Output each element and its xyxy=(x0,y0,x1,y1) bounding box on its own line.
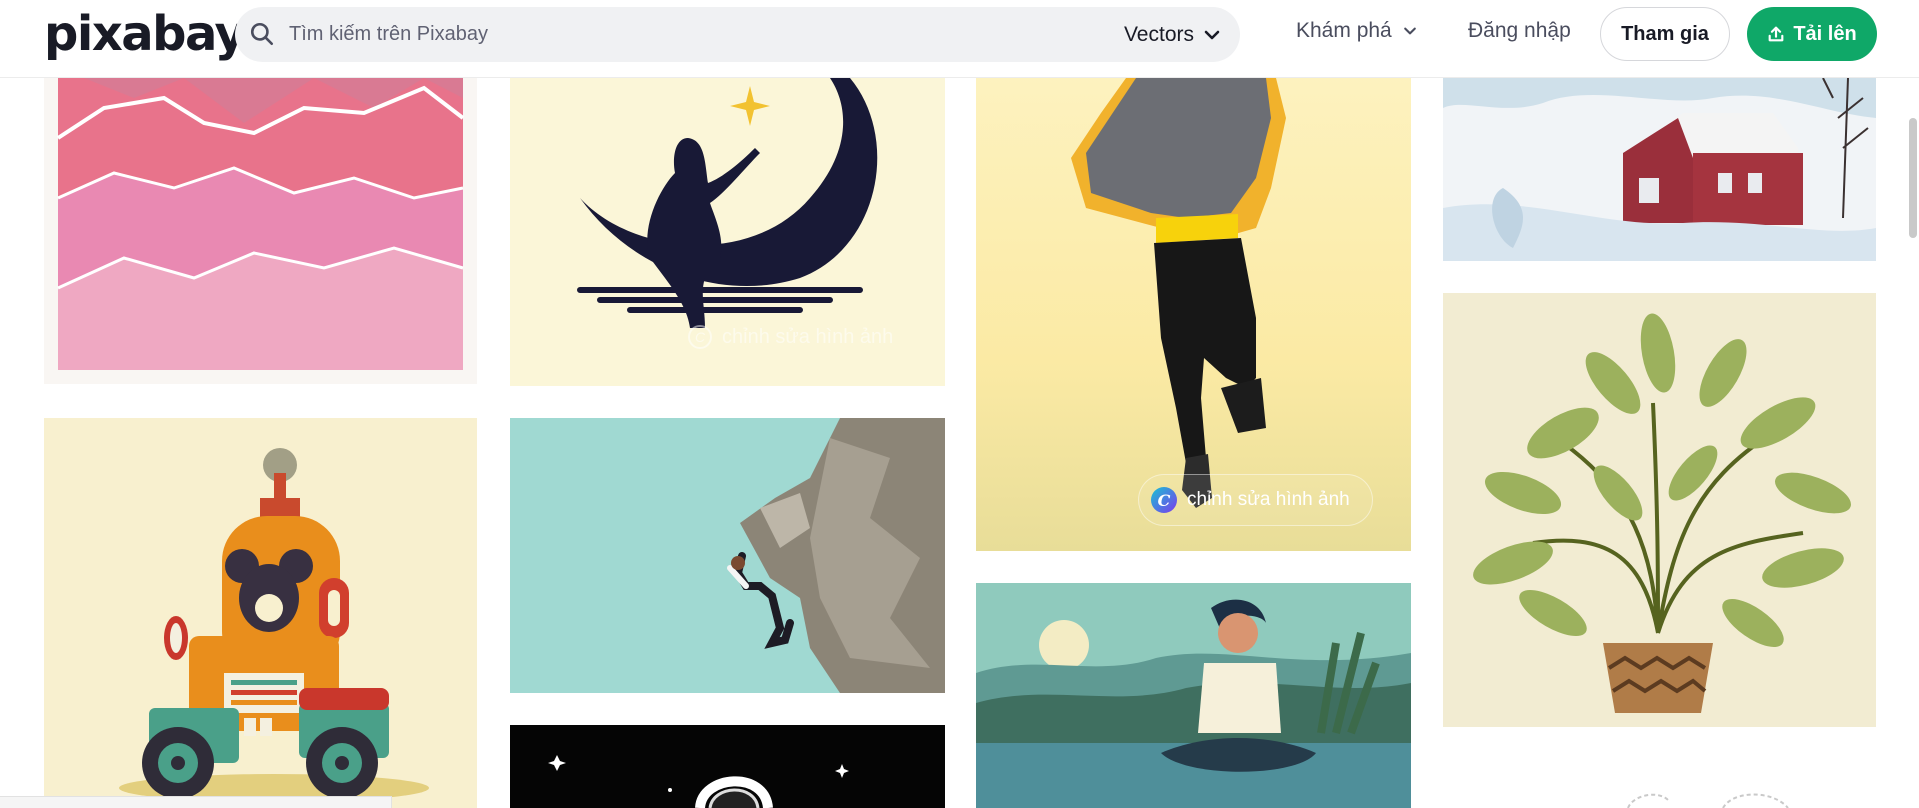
login-link[interactable]: Đăng nhập xyxy=(1468,19,1571,43)
image-meditating-man[interactable] xyxy=(976,583,1411,808)
media-type-dropdown[interactable]: Vectors xyxy=(1124,7,1222,62)
canva-watermark-label: chỉnh sửa hình ảnh xyxy=(722,325,894,348)
image-astronaut[interactable] xyxy=(510,725,945,808)
image-pink-mountains[interactable] xyxy=(44,78,477,384)
search-bar: Vectors xyxy=(235,7,1240,62)
chevron-down-icon xyxy=(1204,30,1220,39)
upload-icon xyxy=(1768,26,1784,42)
image-rock-climber[interactable] xyxy=(510,418,945,693)
edit-image-label: chỉnh sửa hình ảnh xyxy=(1187,489,1350,510)
pixabay-logo[interactable]: pixabay xyxy=(44,10,246,58)
page-scrollbar[interactable] xyxy=(1909,118,1917,238)
media-type-label: Vectors xyxy=(1123,22,1194,46)
image-jumping-man[interactable]: C chỉnh sửa hình ảnh xyxy=(976,78,1411,551)
top-header: pixabay Vectors Khám phá Đăng nhập Tham … xyxy=(0,0,1919,78)
canva-icon: C xyxy=(1151,487,1177,513)
explore-menu[interactable]: Khám phá xyxy=(1296,19,1418,43)
upload-label: Tải lên xyxy=(1793,22,1857,45)
search-input[interactable] xyxy=(289,7,1069,62)
image-partial-bottom[interactable] xyxy=(1443,760,1876,808)
canva-icon: C xyxy=(688,325,712,349)
image-potted-plant[interactable] xyxy=(1443,293,1876,727)
search-icon xyxy=(250,22,274,46)
edit-image-button[interactable]: C chỉnh sửa hình ảnh xyxy=(1138,474,1373,526)
image-snowy-house[interactable] xyxy=(1443,78,1876,261)
explore-label: Khám phá xyxy=(1296,19,1392,42)
canva-watermark: C chỉnh sửa hình ảnh xyxy=(688,325,893,349)
chevron-down-icon xyxy=(1403,27,1416,35)
upload-button[interactable]: Tải lên xyxy=(1747,7,1877,61)
image-moon-woman[interactable]: C chỉnh sửa hình ảnh xyxy=(510,78,945,386)
image-mouse-car[interactable] xyxy=(44,418,477,808)
browser-status-bar xyxy=(0,796,392,808)
join-button[interactable]: Tham gia xyxy=(1600,7,1730,61)
